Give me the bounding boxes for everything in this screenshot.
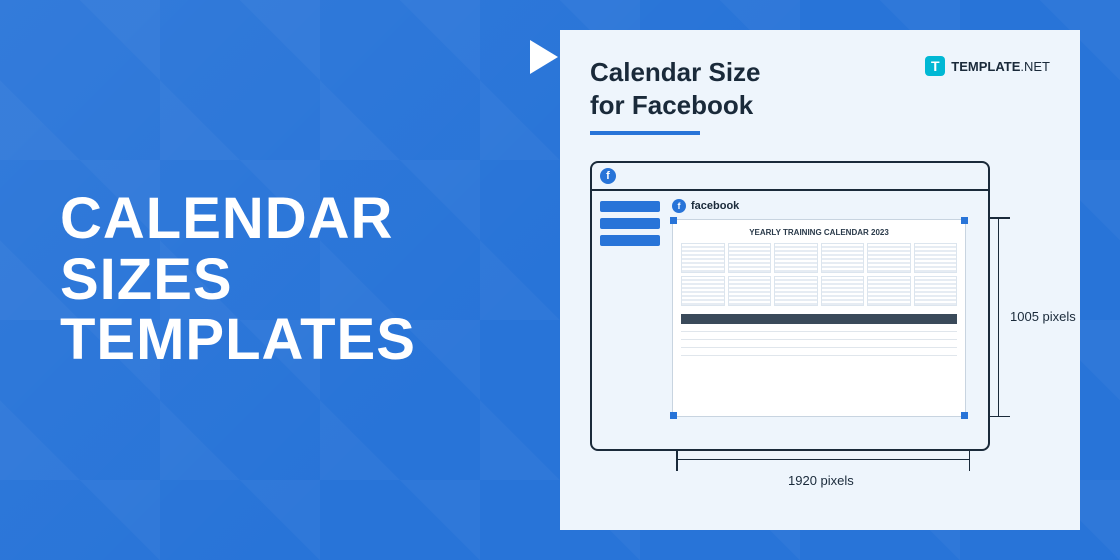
browser-tab-bar: f	[592, 163, 988, 191]
title-underline	[590, 131, 700, 135]
info-card: Calendar Size for Facebook T TEMPLATE.NE…	[560, 30, 1080, 530]
month-cell	[774, 276, 818, 306]
width-label: 1920 pixels	[788, 473, 854, 488]
facebook-tab-icon: f	[600, 168, 616, 184]
selection-handle-icon	[670, 217, 677, 224]
month-cell	[821, 243, 865, 273]
facebook-icon: f	[672, 199, 686, 213]
month-cell	[774, 243, 818, 273]
card-title-block: Calendar Size for Facebook	[590, 56, 761, 135]
headline-line-1: CALENDAR	[60, 189, 560, 250]
table-row	[681, 340, 957, 348]
card-header: Calendar Size for Facebook T TEMPLATE.NE…	[590, 56, 1050, 135]
training-table	[681, 314, 957, 356]
facebook-name: facebook	[691, 200, 739, 212]
calendar-grid	[681, 243, 957, 306]
headline-line-3: TEMPLATES	[60, 310, 560, 371]
month-cell	[867, 243, 911, 273]
calendar-post: YEARLY TRAINING CALENDAR 2023	[672, 219, 966, 417]
browser-mockup: f f facebook	[590, 161, 990, 451]
facebook-label: f facebook	[672, 199, 978, 213]
height-bracket-icon	[998, 217, 999, 417]
selection-handle-icon	[961, 412, 968, 419]
headline-line-2: SIZES	[60, 250, 560, 311]
menu-bar	[600, 218, 660, 229]
selection-handle-icon	[961, 217, 968, 224]
brand-name: TEMPLATE	[951, 59, 1020, 74]
mockup-area: f f facebook	[590, 161, 1050, 531]
content-area: f facebook YEARLY TRAINING CALENDAR 2023	[668, 191, 988, 449]
brand-suffix: .NET	[1020, 59, 1050, 74]
browser-body: f facebook YEARLY TRAINING CALENDAR 2023	[592, 191, 988, 449]
height-label: 1005 pixels	[1010, 309, 1076, 324]
menu-bar	[600, 235, 660, 246]
month-cell	[914, 243, 958, 273]
calendar-title: YEARLY TRAINING CALENDAR 2023	[681, 228, 957, 237]
width-bracket-icon	[676, 459, 970, 460]
card-title-line-1: Calendar Size	[590, 56, 761, 89]
month-cell	[681, 276, 725, 306]
table-row	[681, 332, 957, 340]
play-icon	[530, 40, 558, 74]
table-row	[681, 324, 957, 332]
month-cell	[821, 276, 865, 306]
month-cell	[914, 276, 958, 306]
month-cell	[681, 243, 725, 273]
headline-block: CALENDAR SIZES TEMPLATES	[0, 189, 560, 372]
table-header	[681, 314, 957, 324]
brand-badge-icon: T	[925, 56, 945, 76]
menu-bar	[600, 201, 660, 212]
brand-logo: T TEMPLATE.NET	[925, 56, 1050, 76]
card-title-line-2: for Facebook	[590, 89, 761, 122]
sidebar-menu-icon	[592, 191, 668, 449]
brand-text: TEMPLATE.NET	[951, 59, 1050, 74]
selection-handle-icon	[670, 412, 677, 419]
table-row	[681, 348, 957, 356]
month-cell	[728, 276, 772, 306]
month-cell	[728, 243, 772, 273]
month-cell	[867, 276, 911, 306]
